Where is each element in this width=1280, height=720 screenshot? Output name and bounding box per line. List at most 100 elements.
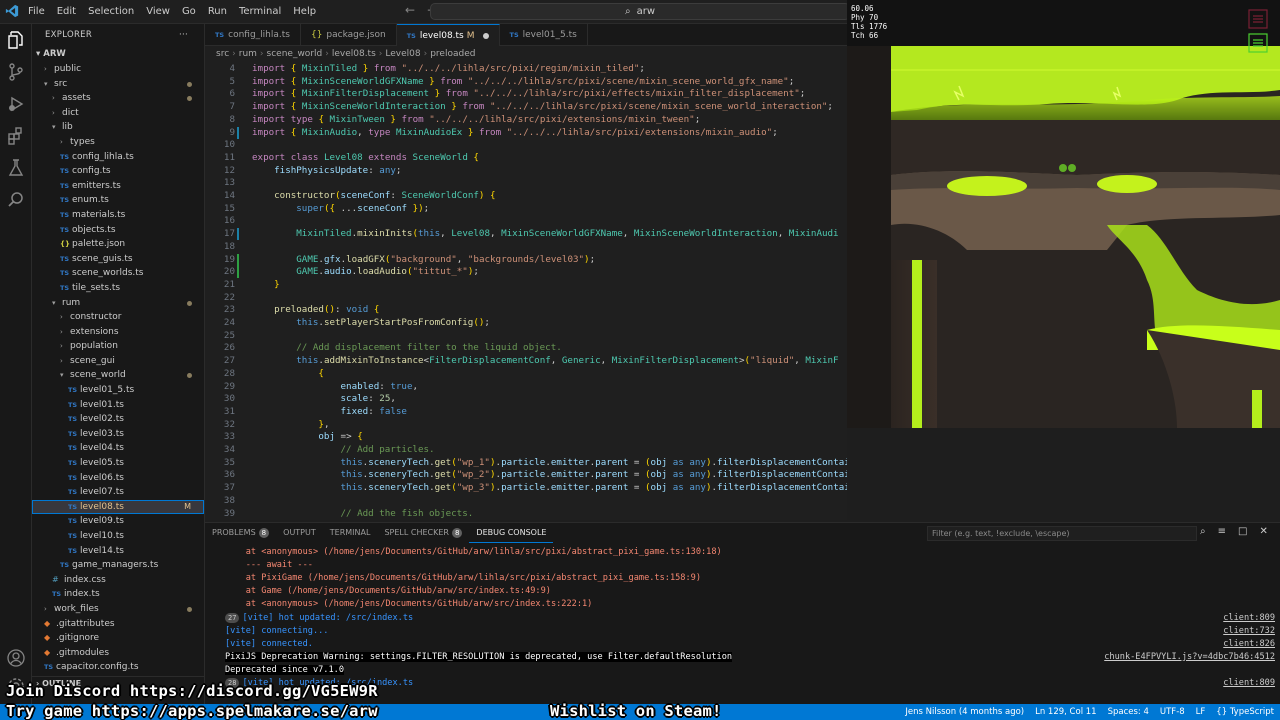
code-line[interactable]: export class Level08 extends SceneWorld …: [252, 152, 479, 163]
tree-file[interactable]: TS level07.ts: [32, 485, 204, 500]
editor-tab[interactable]: TS level08.ts M: [396, 24, 500, 46]
code-line[interactable]: // Add particles.: [252, 444, 435, 455]
tree-file[interactable]: TS level04.ts: [32, 441, 204, 456]
breadcrumb-item[interactable]: rum: [239, 49, 257, 59]
search-icon[interactable]: [6, 190, 26, 210]
status-item[interactable]: LF: [1196, 704, 1206, 720]
tree-file[interactable]: TS objects.ts: [32, 223, 204, 238]
menu-item-view[interactable]: View: [140, 0, 176, 24]
status-item[interactable]: Spaces: 4: [1108, 704, 1149, 720]
console-source-link[interactable]: chunk-E4FPVYLI.js?v=4dbc7b46:4512: [1104, 652, 1275, 662]
tree-folder[interactable]: › public: [32, 62, 204, 77]
tree-file[interactable]: TS level05.ts: [32, 456, 204, 471]
maximize-panel-icon[interactable]: □: [1238, 526, 1247, 537]
filter-icon[interactable]: ⌕: [1200, 526, 1206, 537]
console-source-link[interactable]: client:809: [1223, 613, 1275, 623]
more-actions-icon[interactable]: ···: [179, 24, 188, 46]
code-line[interactable]: this.sceneryTech.get("wp_2").particle.em…: [252, 469, 847, 480]
code-line[interactable]: import type { MixinTween } from "../../.…: [252, 114, 700, 125]
breadcrumb-item[interactable]: level08.ts: [332, 49, 376, 59]
tree-file[interactable]: TS emitters.ts: [32, 179, 204, 194]
tree-file[interactable]: TS enum.ts: [32, 193, 204, 208]
tree-folder[interactable]: ▾ src: [32, 77, 204, 92]
tree-file[interactable]: TS level01_5.ts: [32, 383, 204, 398]
menu-item-help[interactable]: Help: [287, 0, 322, 24]
tree-file[interactable]: TS level01.ts: [32, 398, 204, 413]
code-line[interactable]: GAME.audio.loadAudio("tittut_*");: [252, 266, 479, 277]
breadcrumb-item[interactable]: Level08: [385, 49, 420, 59]
code-line[interactable]: fishPhysicsUpdate: any;: [252, 165, 401, 176]
code-line[interactable]: fixed: false: [252, 406, 407, 417]
tree-file[interactable]: TS config.ts: [32, 164, 204, 179]
code-line[interactable]: import { MixinTiled } from "../../../lih…: [252, 63, 645, 74]
panel-tab-output[interactable]: OUTPUT: [276, 523, 323, 543]
command-center[interactable]: ⌕ arw: [430, 3, 850, 20]
tree-file[interactable]: ◆ .gitattributes: [32, 617, 204, 632]
tree-file[interactable]: TS tile_sets.ts: [32, 281, 204, 296]
tree-file[interactable]: TS level02.ts: [32, 412, 204, 427]
breadcrumb-item[interactable]: src: [216, 49, 229, 59]
testing-icon[interactable]: [6, 158, 26, 178]
code-line[interactable]: MixinTiled.mixinInits(this, Level08, Mix…: [252, 228, 838, 239]
status-item[interactable]: Ln 129, Col 11: [1035, 704, 1096, 720]
tree-folder[interactable]: ▾ scene_world: [32, 368, 204, 383]
run-debug-icon[interactable]: [6, 94, 26, 114]
panel-tab-spell-checker[interactable]: SPELL CHECKER 8: [377, 523, 469, 543]
status-item[interactable]: UTF-8: [1160, 704, 1185, 720]
tree-folder[interactable]: › assets: [32, 91, 204, 106]
menu-item-terminal[interactable]: Terminal: [233, 0, 287, 24]
tree-file[interactable]: ◆ .gitmodules: [32, 646, 204, 661]
code-line[interactable]: },: [252, 419, 329, 430]
code-line[interactable]: super({ ...sceneConf });: [252, 203, 429, 214]
tree-file[interactable]: TS capacitor.config.ts: [32, 660, 204, 675]
code-line[interactable]: this.addMixinToInstance<FilterDisplaceme…: [252, 355, 838, 366]
code-line[interactable]: obj => {: [252, 431, 362, 442]
code-line[interactable]: enabled: true,: [252, 381, 419, 392]
workspace-root[interactable]: ▾ ARW: [32, 46, 204, 62]
account-icon[interactable]: [6, 648, 26, 668]
code-line[interactable]: import { MixinFilterDisplacement } from …: [252, 88, 805, 99]
code-editor[interactable]: 4 import { MixinTiled } from "../../../li…: [205, 62, 847, 520]
tree-folder[interactable]: › types: [32, 135, 204, 150]
tree-file[interactable]: TS index.ts: [32, 587, 204, 602]
tree-file[interactable]: {} palette.json: [32, 237, 204, 252]
code-line[interactable]: }: [252, 279, 280, 290]
code-line[interactable]: constructor(sceneConf: SceneWorldConf) {: [252, 190, 495, 201]
code-line[interactable]: GAME.gfx.loadGFX("background", "backgrou…: [252, 254, 595, 265]
unsaved-dot-icon[interactable]: [482, 32, 489, 39]
tree-file[interactable]: ◆ .gitignore: [32, 631, 204, 646]
tree-file[interactable]: TS level10.ts: [32, 529, 204, 544]
editor-tab[interactable]: TS level01_5.ts: [500, 24, 588, 46]
code-line[interactable]: import { MixinSceneWorldGFXName } from "…: [252, 76, 794, 87]
tree-folder[interactable]: ▾ rum: [32, 296, 204, 311]
console-source-link[interactable]: client:809: [1223, 678, 1275, 688]
status-item[interactable]: {} TypeScript: [1216, 704, 1274, 720]
code-line[interactable]: // Add displacement filter to the liquid…: [252, 342, 562, 353]
editor-tab[interactable]: TS config_lihla.ts: [205, 24, 301, 46]
tree-file[interactable]: TS level03.ts: [32, 427, 204, 442]
tree-folder[interactable]: › dict: [32, 106, 204, 121]
breadcrumb-item[interactable]: preloaded: [430, 49, 475, 59]
code-line[interactable]: this.sceneryTech.get("wp_1").particle.em…: [252, 457, 847, 468]
tree-file[interactable]: TS level06.ts: [32, 471, 204, 486]
console-filter-input[interactable]: Filter (e.g. text, !exclude, \escape): [927, 526, 1197, 541]
panel-tab-debug-console[interactable]: DEBUG CONSOLE: [469, 523, 554, 543]
code-line[interactable]: import { MixinAudio, type MixinAudioEx }…: [252, 127, 778, 138]
tree-file[interactable]: # index.css: [32, 573, 204, 588]
menu-item-go[interactable]: Go: [176, 0, 202, 24]
tree-file[interactable]: TS game_managers.ts: [32, 558, 204, 573]
tree-folder[interactable]: › scene_gui: [32, 354, 204, 369]
editor-tab[interactable]: {} package.json: [301, 24, 397, 46]
console-source-link[interactable]: client:826: [1223, 639, 1275, 649]
menu-item-edit[interactable]: Edit: [51, 0, 82, 24]
code-line[interactable]: {: [252, 368, 324, 379]
panel-tab-problems[interactable]: PROBLEMS 8: [205, 523, 276, 543]
extensions-icon[interactable]: [6, 126, 26, 146]
code-line[interactable]: import { MixinSceneWorldInteraction } fr…: [252, 101, 833, 112]
code-line[interactable]: preloaded(): void {: [252, 304, 379, 315]
status-item[interactable]: Jens Nilsson (4 months ago): [905, 704, 1024, 720]
game-menu-icon[interactable]: [1248, 9, 1268, 53]
close-panel-icon[interactable]: ✕: [1259, 526, 1267, 537]
explorer-icon[interactable]: [6, 30, 26, 50]
tree-folder[interactable]: ▾ lib: [32, 120, 204, 135]
